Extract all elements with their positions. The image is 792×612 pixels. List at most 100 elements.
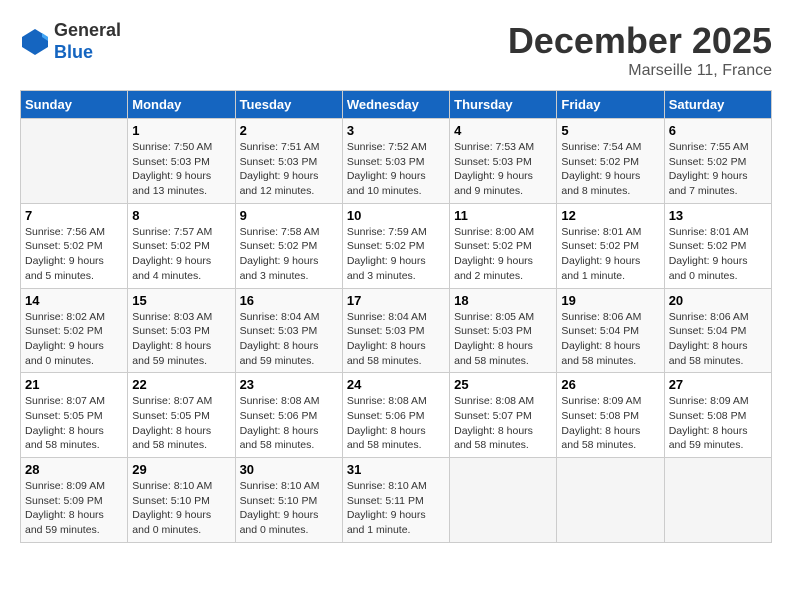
day-cell: 5 Sunrise: 7:54 AM Sunset: 5:02 PM Daylig…	[557, 119, 664, 204]
day-info: Sunrise: 8:01 AM Sunset: 5:02 PM Dayligh…	[561, 225, 659, 284]
day-cell: 13 Sunrise: 8:01 AM Sunset: 5:02 PM Dayli…	[664, 203, 771, 288]
weekday-header-row: SundayMondayTuesdayWednesdayThursdayFrid…	[21, 91, 772, 119]
day-info: Sunrise: 7:54 AM Sunset: 5:02 PM Dayligh…	[561, 140, 659, 199]
day-cell	[21, 119, 128, 204]
logo: General Blue	[20, 20, 121, 63]
day-number: 28	[25, 462, 123, 477]
week-row-2: 7Sunrise: 7:56 AM Sunset: 5:02 PM Daylig…	[21, 203, 772, 288]
day-cell: 26 Sunrise: 8:09 AM Sunset: 5:08 PM Dayli…	[557, 373, 664, 458]
month-title: December 2025	[508, 20, 772, 62]
day-info: Sunrise: 7:57 AM Sunset: 5:02 PM Dayligh…	[132, 225, 230, 284]
day-info: Sunrise: 7:58 AM Sunset: 5:02 PM Dayligh…	[240, 225, 338, 284]
title-block: December 2025 Marseille 11, France	[508, 20, 772, 80]
day-cell: 11 Sunrise: 8:00 AM Sunset: 5:02 PM Dayli…	[450, 203, 557, 288]
day-number: 9	[240, 208, 338, 223]
day-cell: 6Sunrise: 7:55 AM Sunset: 5:02 PM Daylig…	[664, 119, 771, 204]
day-number: 5	[561, 123, 659, 138]
logo-icon	[20, 27, 50, 57]
weekday-header-wednesday: Wednesday	[342, 91, 449, 119]
day-number: 31	[347, 462, 445, 477]
day-number: 15	[132, 293, 230, 308]
day-number: 14	[25, 293, 123, 308]
day-number: 6	[669, 123, 767, 138]
day-info: Sunrise: 8:08 AM Sunset: 5:07 PM Dayligh…	[454, 394, 552, 453]
day-cell: 4 Sunrise: 7:53 AM Sunset: 5:03 PM Daylig…	[450, 119, 557, 204]
day-cell	[450, 458, 557, 543]
day-number: 2	[240, 123, 338, 138]
day-number: 16	[240, 293, 338, 308]
day-info: Sunrise: 8:09 AM Sunset: 5:09 PM Dayligh…	[25, 479, 123, 538]
day-cell: 3 Sunrise: 7:52 AM Sunset: 5:03 PM Daylig…	[342, 119, 449, 204]
day-cell	[557, 458, 664, 543]
day-info: Sunrise: 8:05 AM Sunset: 5:03 PM Dayligh…	[454, 310, 552, 369]
day-number: 13	[669, 208, 767, 223]
week-row-3: 14 Sunrise: 8:02 AM Sunset: 5:02 PM Dayli…	[21, 288, 772, 373]
day-cell: 20Sunrise: 8:06 AM Sunset: 5:04 PM Dayli…	[664, 288, 771, 373]
day-info: Sunrise: 7:59 AM Sunset: 5:02 PM Dayligh…	[347, 225, 445, 284]
day-info: Sunrise: 8:10 AM Sunset: 5:10 PM Dayligh…	[132, 479, 230, 538]
day-number: 21	[25, 377, 123, 392]
day-info: Sunrise: 8:09 AM Sunset: 5:08 PM Dayligh…	[561, 394, 659, 453]
day-cell: 1 Sunrise: 7:50 AM Sunset: 5:03 PM Daylig…	[128, 119, 235, 204]
week-row-5: 28 Sunrise: 8:09 AM Sunset: 5:09 PM Dayli…	[21, 458, 772, 543]
weekday-header-tuesday: Tuesday	[235, 91, 342, 119]
day-cell: 24 Sunrise: 8:08 AM Sunset: 5:06 PM Dayli…	[342, 373, 449, 458]
day-info: Sunrise: 8:06 AM Sunset: 5:04 PM Dayligh…	[561, 310, 659, 369]
day-number: 10	[347, 208, 445, 223]
day-number: 27	[669, 377, 767, 392]
day-number: 8	[132, 208, 230, 223]
day-number: 26	[561, 377, 659, 392]
day-cell: 17 Sunrise: 8:04 AM Sunset: 5:03 PM Dayli…	[342, 288, 449, 373]
location: Marseille 11, France	[508, 62, 772, 80]
weekday-header-monday: Monday	[128, 91, 235, 119]
day-info: Sunrise: 7:50 AM Sunset: 5:03 PM Dayligh…	[132, 140, 230, 199]
weekday-header-friday: Friday	[557, 91, 664, 119]
day-number: 23	[240, 377, 338, 392]
day-info: Sunrise: 8:08 AM Sunset: 5:06 PM Dayligh…	[347, 394, 445, 453]
day-number: 22	[132, 377, 230, 392]
day-info: Sunrise: 7:53 AM Sunset: 5:03 PM Dayligh…	[454, 140, 552, 199]
weekday-header-thursday: Thursday	[450, 91, 557, 119]
day-cell: 23 Sunrise: 8:08 AM Sunset: 5:06 PM Dayli…	[235, 373, 342, 458]
day-number: 25	[454, 377, 552, 392]
day-info: Sunrise: 7:51 AM Sunset: 5:03 PM Dayligh…	[240, 140, 338, 199]
day-cell: 12Sunrise: 8:01 AM Sunset: 5:02 PM Dayli…	[557, 203, 664, 288]
week-row-1: 1 Sunrise: 7:50 AM Sunset: 5:03 PM Daylig…	[21, 119, 772, 204]
day-info: Sunrise: 8:01 AM Sunset: 5:02 PM Dayligh…	[669, 225, 767, 284]
day-info: Sunrise: 8:04 AM Sunset: 5:03 PM Dayligh…	[347, 310, 445, 369]
day-info: Sunrise: 8:08 AM Sunset: 5:06 PM Dayligh…	[240, 394, 338, 453]
day-info: Sunrise: 8:07 AM Sunset: 5:05 PM Dayligh…	[132, 394, 230, 453]
day-cell: 30Sunrise: 8:10 AM Sunset: 5:10 PM Dayli…	[235, 458, 342, 543]
day-info: Sunrise: 8:10 AM Sunset: 5:11 PM Dayligh…	[347, 479, 445, 538]
day-number: 17	[347, 293, 445, 308]
page-header: General Blue December 2025 Marseille 11,…	[20, 20, 772, 80]
day-info: Sunrise: 7:56 AM Sunset: 5:02 PM Dayligh…	[25, 225, 123, 284]
day-info: Sunrise: 8:02 AM Sunset: 5:02 PM Dayligh…	[25, 310, 123, 369]
week-row-4: 21 Sunrise: 8:07 AM Sunset: 5:05 PM Dayli…	[21, 373, 772, 458]
day-cell: 10 Sunrise: 7:59 AM Sunset: 5:02 PM Dayli…	[342, 203, 449, 288]
day-cell: 16 Sunrise: 8:04 AM Sunset: 5:03 PM Dayli…	[235, 288, 342, 373]
day-cell: 28 Sunrise: 8:09 AM Sunset: 5:09 PM Dayli…	[21, 458, 128, 543]
day-number: 24	[347, 377, 445, 392]
logo-blue: Blue	[54, 42, 121, 64]
day-info: Sunrise: 8:00 AM Sunset: 5:02 PM Dayligh…	[454, 225, 552, 284]
day-number: 20	[669, 293, 767, 308]
day-info: Sunrise: 8:04 AM Sunset: 5:03 PM Dayligh…	[240, 310, 338, 369]
day-cell: 15Sunrise: 8:03 AM Sunset: 5:03 PM Dayli…	[128, 288, 235, 373]
day-number: 3	[347, 123, 445, 138]
weekday-header-sunday: Sunday	[21, 91, 128, 119]
day-cell: 21Sunrise: 8:07 AM Sunset: 5:05 PM Dayli…	[21, 373, 128, 458]
day-cell: 31 Sunrise: 8:10 AM Sunset: 5:11 PM Dayli…	[342, 458, 449, 543]
day-number: 11	[454, 208, 552, 223]
day-number: 1	[132, 123, 230, 138]
day-info: Sunrise: 7:52 AM Sunset: 5:03 PM Dayligh…	[347, 140, 445, 199]
day-cell: 2 Sunrise: 7:51 AM Sunset: 5:03 PM Daylig…	[235, 119, 342, 204]
day-cell: 18 Sunrise: 8:05 AM Sunset: 5:03 PM Dayli…	[450, 288, 557, 373]
calendar-table: SundayMondayTuesdayWednesdayThursdayFrid…	[20, 90, 772, 543]
day-cell: 8 Sunrise: 7:57 AM Sunset: 5:02 PM Daylig…	[128, 203, 235, 288]
day-number: 18	[454, 293, 552, 308]
day-cell	[664, 458, 771, 543]
day-number: 29	[132, 462, 230, 477]
day-cell: 25 Sunrise: 8:08 AM Sunset: 5:07 PM Dayli…	[450, 373, 557, 458]
day-number: 4	[454, 123, 552, 138]
